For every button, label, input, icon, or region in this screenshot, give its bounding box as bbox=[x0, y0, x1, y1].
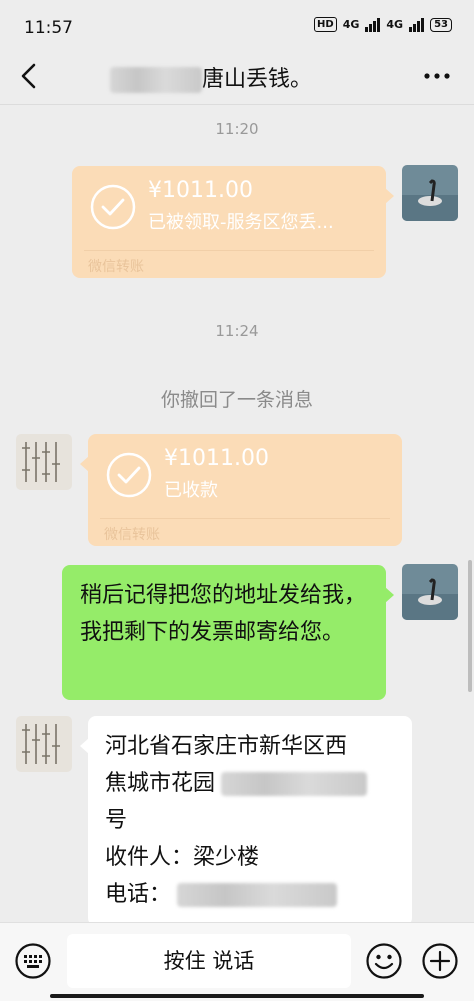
recipient-line: 收件人：梁少楼 bbox=[105, 845, 260, 870]
transfer-amount: ¥1011.00 bbox=[164, 446, 269, 471]
smiley-icon[interactable] bbox=[366, 943, 402, 979]
transfer-footer: 微信转账 bbox=[88, 259, 144, 275]
address-line: 焦城市花园 bbox=[105, 765, 405, 802]
avatar[interactable] bbox=[402, 564, 458, 620]
avatar[interactable] bbox=[402, 165, 458, 221]
transfer-status: 已被领取-服务区您丢... bbox=[148, 212, 334, 233]
bubble-tail bbox=[385, 188, 394, 204]
scrollbar[interactable] bbox=[468, 560, 472, 692]
bubble-tail bbox=[80, 738, 89, 754]
message-text: 稍后记得把您的地址发给我，我把剩下的发票邮寄给您。 bbox=[80, 583, 367, 645]
message-bubble-sent[interactable]: 稍后记得把您的地址发给我，我把剩下的发票邮寄给您。 bbox=[62, 565, 394, 700]
address-text: 河北省石家庄市新华区西 焦城市花园 号 收件人：梁少楼 电话： bbox=[105, 728, 405, 913]
input-bar: 按住 说话 bbox=[0, 922, 474, 1001]
redacted-phone bbox=[177, 883, 338, 907]
home-indicator[interactable] bbox=[50, 994, 424, 998]
card-divider bbox=[100, 518, 390, 519]
phone-line: 电话： bbox=[105, 876, 405, 913]
recall-notice: 你撤回了一条消息 bbox=[160, 389, 313, 411]
network-label-1: 4G bbox=[342, 18, 360, 31]
hd-icon: HD bbox=[314, 17, 337, 32]
bubble-tail bbox=[385, 587, 394, 603]
timestamp: 11:24 bbox=[215, 322, 259, 340]
signal-icon bbox=[365, 17, 381, 32]
bubble-tail bbox=[80, 456, 89, 472]
address-line: 河北省石家庄市新华区西 bbox=[105, 734, 348, 759]
transfer-card-received[interactable]: ¥1011.00 已收款 微信转账 bbox=[80, 434, 402, 546]
status-bar: 11:57 HD 4G 4G 53 bbox=[0, 0, 474, 52]
avatar[interactable] bbox=[16, 716, 72, 772]
message-bubble-received[interactable]: 河北省石家庄市新华区西 焦城市花园 号 收件人：梁少楼 电话： bbox=[80, 716, 412, 926]
plus-icon[interactable] bbox=[422, 943, 458, 979]
timestamp: 11:20 bbox=[215, 120, 259, 138]
transfer-footer: 微信转账 bbox=[104, 527, 160, 543]
check-circle-icon bbox=[90, 184, 136, 230]
chat-header: 唐山丢钱。 bbox=[0, 52, 474, 102]
signal-icon bbox=[409, 17, 425, 32]
redacted-name bbox=[110, 67, 202, 93]
transfer-card-sent[interactable]: ¥1011.00 已被领取-服务区您丢... 微信转账 bbox=[72, 166, 394, 278]
redacted-address bbox=[221, 772, 368, 796]
ellipsis-icon[interactable] bbox=[422, 64, 452, 88]
keyboard-icon[interactable] bbox=[15, 943, 51, 979]
card-divider bbox=[84, 250, 374, 251]
status-icons: HD 4G 4G 53 bbox=[314, 17, 452, 32]
chevron-left-icon[interactable] bbox=[14, 60, 46, 92]
transfer-amount: ¥1011.00 bbox=[148, 178, 253, 203]
status-time: 11:57 bbox=[24, 18, 73, 38]
battery-icon: 53 bbox=[430, 17, 452, 32]
check-circle-icon bbox=[106, 452, 152, 498]
transfer-status: 已收款 bbox=[164, 480, 218, 501]
hold-to-talk-button[interactable]: 按住 说话 bbox=[67, 934, 351, 988]
avatar[interactable] bbox=[16, 434, 72, 490]
header-divider bbox=[0, 104, 474, 105]
network-label-2: 4G bbox=[386, 18, 404, 31]
chat-title: 唐山丢钱。 bbox=[110, 61, 312, 93]
address-line: 号 bbox=[105, 808, 128, 833]
